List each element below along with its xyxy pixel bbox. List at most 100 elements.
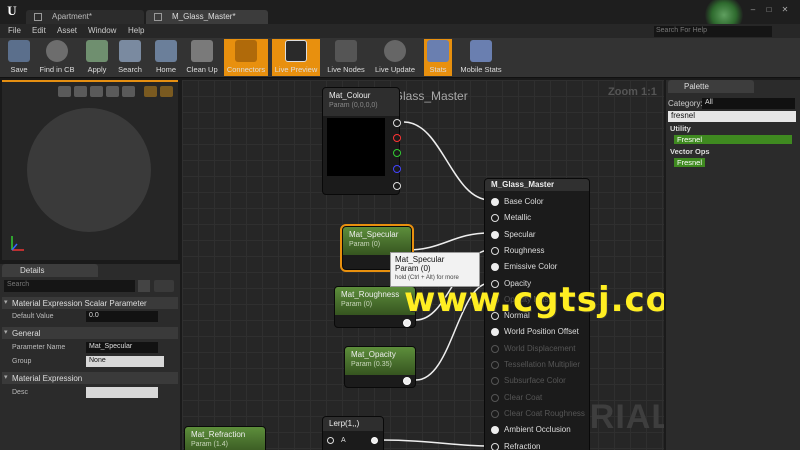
menu-edit[interactable]: Edit <box>32 26 46 35</box>
help-search-input[interactable]: Search For Help <box>654 26 772 37</box>
input-pin[interactable] <box>491 377 499 386</box>
home-button[interactable]: Home <box>150 39 182 76</box>
cylinder-preview-icon[interactable] <box>58 86 71 97</box>
input-pin[interactable] <box>491 246 499 255</box>
clean-up-button[interactable]: Clean Up <box>184 39 220 76</box>
details-tab[interactable]: Details <box>2 264 98 277</box>
save-button[interactable]: Save <box>4 39 34 76</box>
connectors-button[interactable]: Connectors <box>224 39 268 76</box>
node-mat-refraction[interactable]: Mat_Refraction Param (1.4) <box>184 426 266 450</box>
input-pin[interactable] <box>491 393 499 402</box>
palette-tab[interactable]: Palette <box>668 80 754 93</box>
input-label: Base Color <box>504 197 544 206</box>
section-general[interactable]: General <box>2 327 178 339</box>
input-label: Clear Coat Roughness <box>504 408 585 418</box>
minimize-icon[interactable]: – <box>748 6 758 14</box>
material-input[interactable]: World Position Offset <box>491 327 579 337</box>
details-search-input[interactable]: Search <box>4 280 135 292</box>
node-lerp[interactable]: Lerp(1,,) A <box>322 416 384 450</box>
output-pin-r[interactable] <box>393 134 401 142</box>
material-input[interactable]: Base Color <box>491 197 544 206</box>
input-pin[interactable] <box>491 214 499 223</box>
output-pin[interactable] <box>393 119 401 127</box>
tab-label: M_Glass_Master* <box>172 12 236 21</box>
input-pin[interactable] <box>491 426 499 435</box>
input-pin[interactable] <box>491 442 499 450</box>
node-subtitle: Param (0) <box>341 301 373 308</box>
node-mat-colour[interactable]: Mat_Colour Param (0,0,0,0) <box>322 87 401 195</box>
output-pin-b[interactable] <box>393 165 401 173</box>
material-input[interactable]: Specular <box>491 230 536 239</box>
default-value-field[interactable]: 0.0 <box>86 311 158 322</box>
material-input[interactable]: World Displacement <box>491 344 575 353</box>
stats-button[interactable]: Stats <box>424 39 452 76</box>
material-input[interactable]: Tessellation Multiplier <box>491 360 580 369</box>
lerp-pin-a-label: A <box>341 437 346 444</box>
apply-button[interactable]: Apply <box>82 39 112 76</box>
input-pin[interactable] <box>491 263 499 272</box>
output-pin[interactable] <box>403 319 411 327</box>
input-pin[interactable] <box>491 328 499 337</box>
input-pin[interactable] <box>491 198 499 206</box>
material-input[interactable]: Clear Coat <box>491 393 542 402</box>
tab-m-glass-master[interactable]: M_Glass_Master* <box>146 10 268 24</box>
live-nodes-icon <box>335 40 357 62</box>
material-input[interactable]: Roughness <box>491 246 544 255</box>
material-input[interactable]: Emissive Color <box>491 262 557 272</box>
output-pin-g[interactable] <box>393 149 401 157</box>
palette-item-fresnel[interactable]: Fresnel <box>674 158 706 167</box>
cube-preview-icon[interactable] <box>106 86 119 97</box>
tab-apartment[interactable]: Apartment* <box>26 10 144 24</box>
output-pin-a[interactable] <box>393 182 401 190</box>
live-update-button[interactable]: Live Update <box>372 39 418 76</box>
sphere-preview-icon[interactable] <box>74 86 87 97</box>
palette-search-input[interactable]: fresnel <box>668 111 796 122</box>
output-pin[interactable] <box>403 377 411 385</box>
mesh-preview-icon[interactable] <box>122 86 135 97</box>
material-input[interactable]: Metallic <box>491 213 531 223</box>
group-label: Group <box>12 358 32 365</box>
live-preview-button[interactable]: Live Preview <box>272 39 320 76</box>
mobile-stats-button[interactable]: Mobile Stats <box>456 39 506 76</box>
input-pin[interactable] <box>491 230 499 239</box>
menu-file[interactable]: File <box>8 26 21 35</box>
group-select[interactable]: None <box>86 356 164 367</box>
input-pin[interactable] <box>491 344 499 353</box>
live-nodes-button[interactable]: Live Nodes <box>324 39 368 76</box>
input-pin[interactable] <box>491 361 499 369</box>
search-icon <box>119 40 141 62</box>
menu-help[interactable]: Help <box>128 26 144 35</box>
input-pin[interactable] <box>491 409 499 418</box>
section-material-expression[interactable]: Material Expression <box>2 372 178 384</box>
material-graph[interactable]: M_Glass_Master Zoom 1:1 MATERIAL Mat_Col… <box>182 80 664 450</box>
connectors-icon <box>235 40 257 62</box>
section-scalar-parameter[interactable]: Material Expression Scalar Parameter <box>2 297 178 309</box>
palette-group-vector-ops[interactable]: Vector Ops <box>670 147 710 156</box>
eye-icon[interactable] <box>154 280 174 292</box>
preview-viewport[interactable] <box>2 80 178 260</box>
palette-item-fresnel[interactable]: Fresnel <box>674 135 792 144</box>
desc-field[interactable] <box>86 387 158 398</box>
material-input[interactable]: Ambient Occlusion <box>491 425 571 435</box>
search-button[interactable]: Search <box>114 39 146 76</box>
plane-preview-icon[interactable] <box>90 86 103 97</box>
grid-toggle-icon[interactable] <box>144 86 157 97</box>
output-pin[interactable] <box>371 437 378 444</box>
unreal-logo-icon: U <box>7 3 17 18</box>
close-icon[interactable]: ✕ <box>780 6 790 14</box>
view-options-icon[interactable] <box>138 280 150 292</box>
material-input[interactable]: Clear Coat Roughness <box>491 409 585 418</box>
realtime-toggle-icon[interactable] <box>160 86 173 97</box>
apply-icon <box>86 40 108 62</box>
palette-group-utility[interactable]: Utility <box>670 124 691 133</box>
node-mat-opacity[interactable]: Mat_Opacity Param (0.35) <box>344 346 416 388</box>
material-input[interactable]: Subsurface Color <box>491 376 566 386</box>
category-select[interactable]: All <box>702 98 795 109</box>
find-in-cb-button[interactable]: Find in CB <box>36 39 78 76</box>
maximize-icon[interactable]: □ <box>764 6 774 14</box>
menu-asset[interactable]: Asset <box>57 26 77 35</box>
menu-window[interactable]: Window <box>88 26 116 35</box>
input-pin-a[interactable] <box>327 437 334 444</box>
parameter-name-field[interactable]: Mat_Specular <box>86 342 158 353</box>
material-input[interactable]: Refraction <box>491 442 540 450</box>
